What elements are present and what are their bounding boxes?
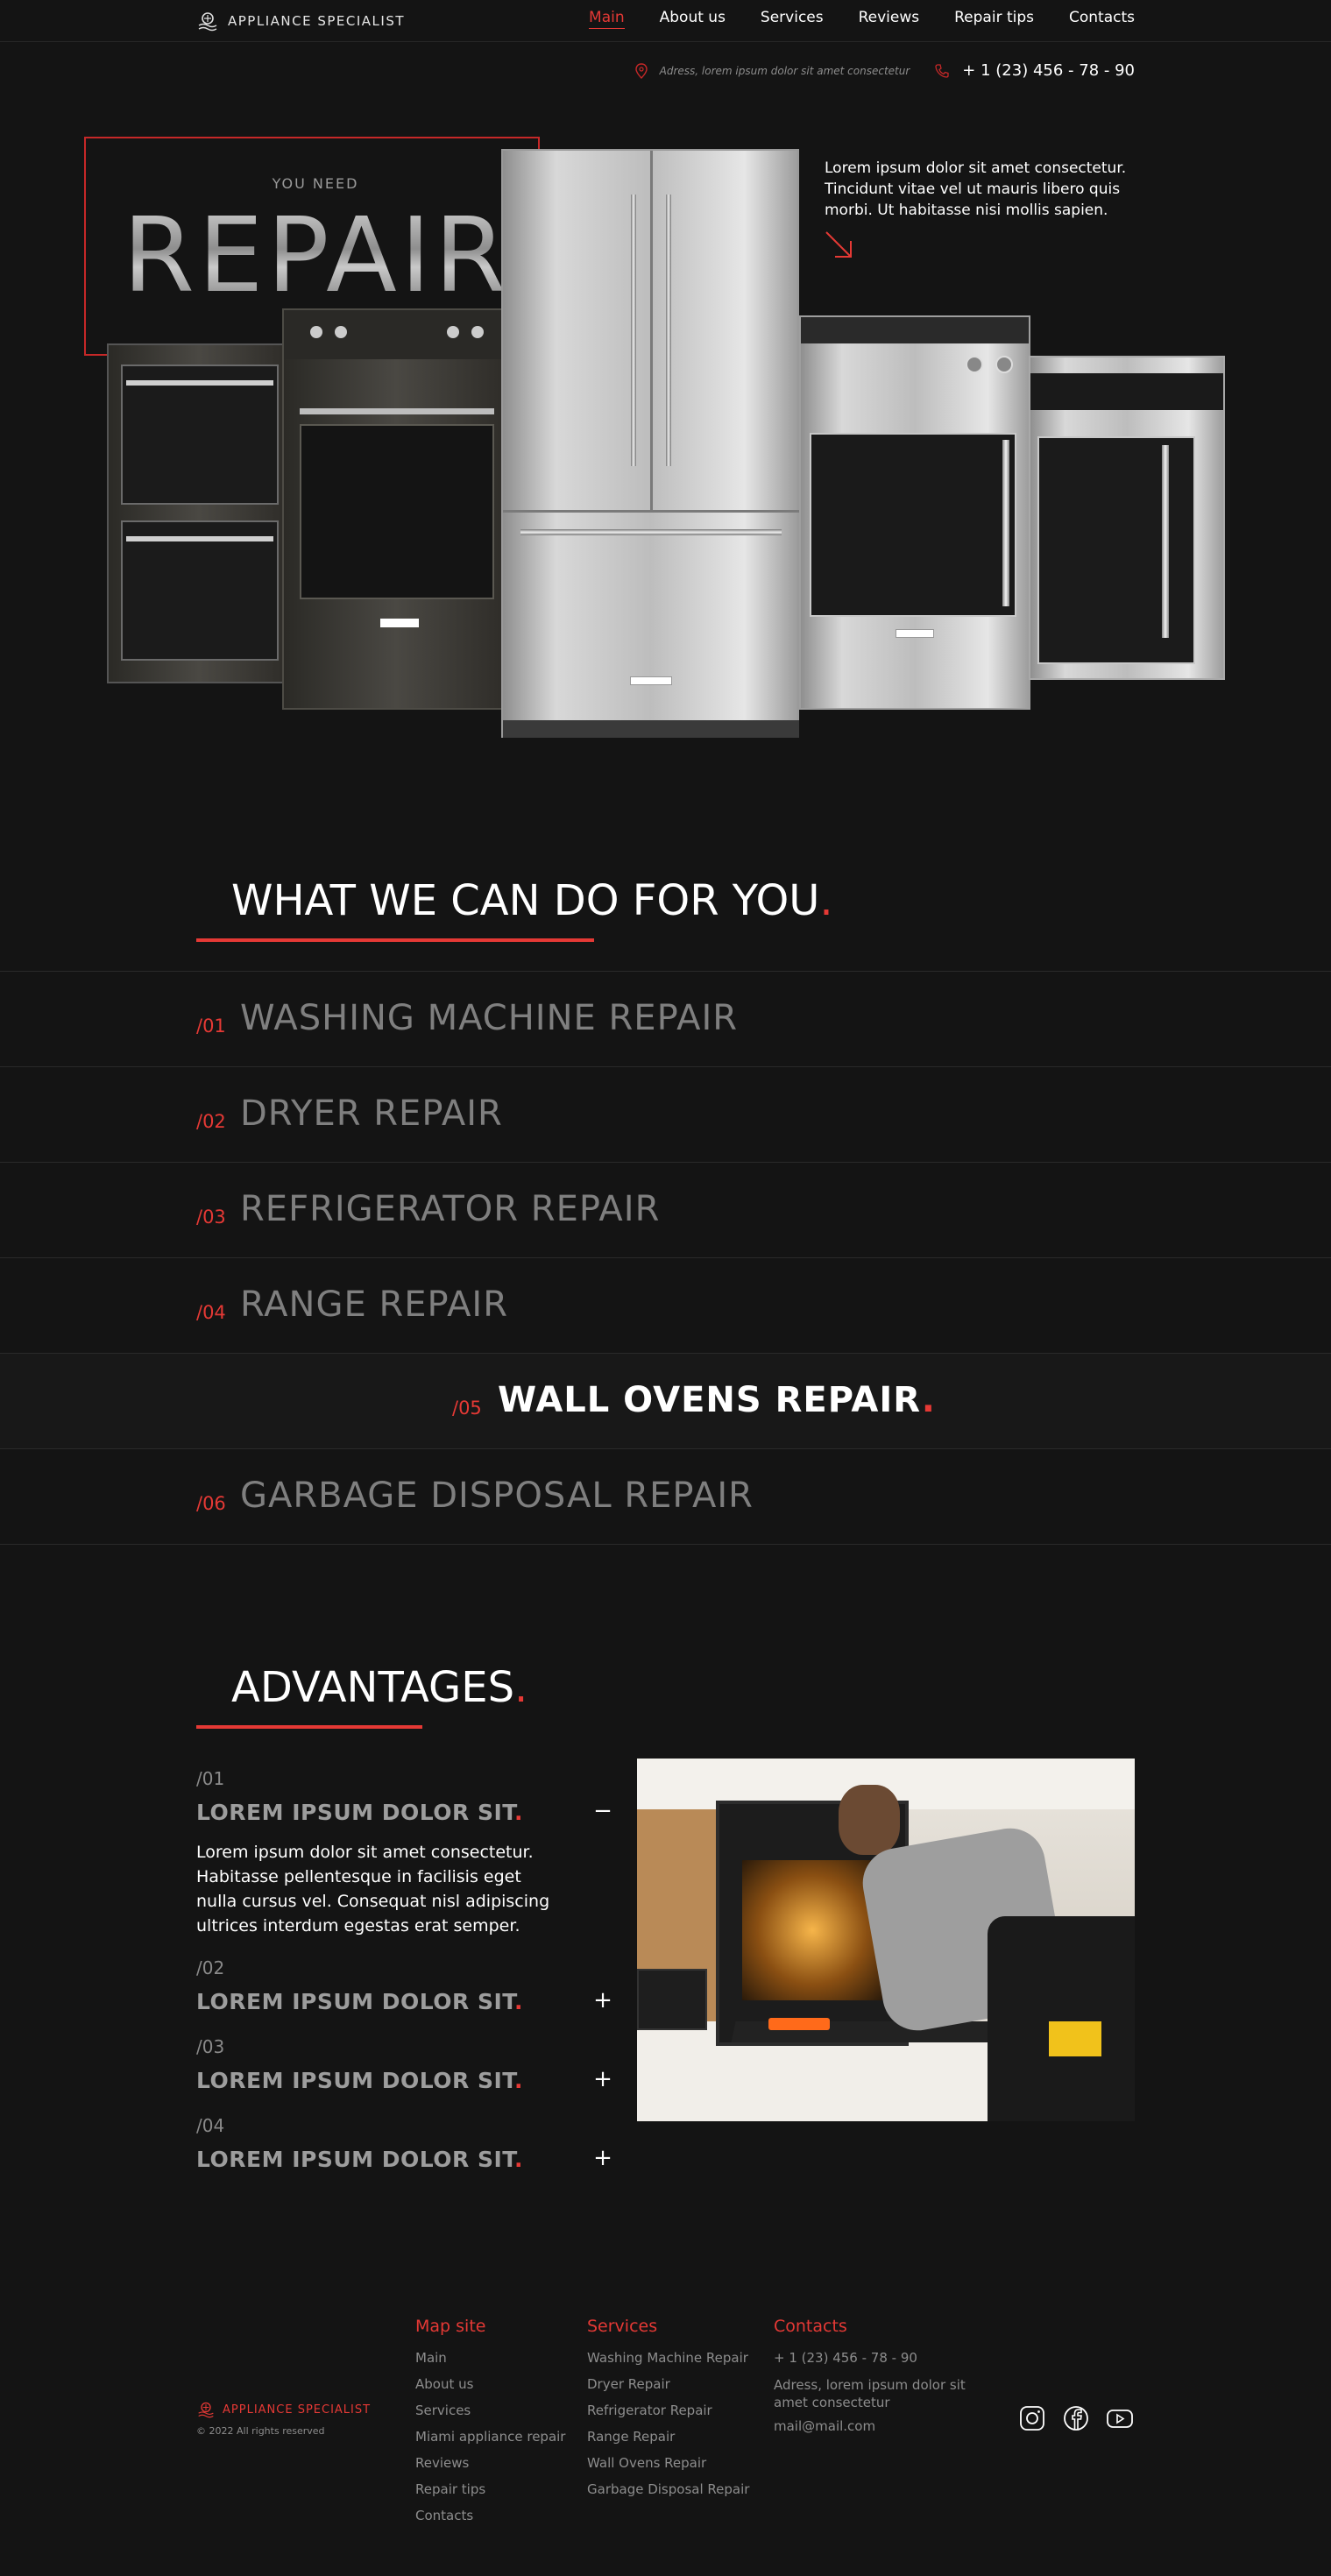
nav-item-main[interactable]: Main — [589, 9, 625, 29]
footer-email[interactable]: mail@mail.com — [774, 2418, 875, 2434]
footer-link-services[interactable]: Services — [415, 2403, 471, 2418]
footer-link-miami-repair[interactable]: Miami appliance repair — [415, 2429, 565, 2445]
advantage-title-text: LOREM IPSUM DOLOR SIT — [196, 2147, 515, 2172]
service-row-range[interactable]: /04 RANGE REPAIR — [0, 1257, 1331, 1353]
advantage-title-text: LOREM IPSUM DOLOR SIT — [196, 1989, 515, 2014]
nav-item-reviews[interactable]: Reviews — [859, 9, 920, 29]
nav-item-about-us[interactable]: About us — [660, 9, 726, 29]
service-number: /03 — [196, 1207, 226, 1228]
footer-heading-contacts: Contacts — [774, 2317, 847, 2336]
advantage-title[interactable]: LOREM IPSUM DOLOR SIT. — [196, 1989, 523, 2014]
service-row-wall-ovens[interactable]: /05 WALL OVENS REPAIR. — [0, 1353, 1331, 1448]
nav-item-contacts[interactable]: Contacts — [1069, 9, 1135, 29]
services-title-text: WHAT WE CAN DO FOR YOU — [231, 876, 820, 925]
nav-item-services[interactable]: Services — [761, 9, 824, 29]
service-label: DRYER REPAIR — [240, 1093, 503, 1134]
service-label: WASHING MACHINE REPAIR — [240, 998, 739, 1038]
services-title-underline — [196, 938, 594, 942]
location-pin-icon — [634, 62, 648, 79]
expand-toggle[interactable]: + — [592, 2145, 613, 2171]
service-label: RANGE REPAIR — [240, 1284, 509, 1325]
double-wall-oven — [107, 343, 291, 683]
advantage-title[interactable]: LOREM IPSUM DOLOR SIT. — [196, 2147, 523, 2172]
footer-logo-text: APPLIANCE SPECIALIST — [223, 2403, 372, 2417]
footer-address: Adress, lorem ipsum dolor sit amet conse… — [774, 2377, 966, 2410]
footer-link-wall-ovens[interactable]: Wall Ovens Repair — [587, 2455, 706, 2471]
facebook-icon[interactable] — [1062, 2404, 1090, 2432]
footer-link-garbage-disposal[interactable]: Garbage Disposal Repair — [587, 2481, 749, 2497]
youtube-icon[interactable] — [1106, 2404, 1134, 2432]
footer-link-range[interactable]: Range Repair — [587, 2429, 675, 2445]
technician-repair-photo — [637, 1759, 1135, 2121]
advantages-title-text: ADVANTAGES — [231, 1663, 515, 1712]
instagram-icon[interactable] — [1018, 2404, 1046, 2432]
service-number: /02 — [196, 1111, 226, 1132]
phone-icon — [935, 63, 949, 78]
main-nav: Main About us Services Reviews Repair ti… — [589, 9, 1135, 29]
footer-link-repair-tips[interactable]: Repair tips — [415, 2481, 485, 2497]
services-section-title: WHAT WE CAN DO FOR YOU. — [231, 876, 833, 925]
expand-toggle[interactable]: + — [592, 2066, 613, 2092]
footer-heading-services: Services — [587, 2317, 658, 2336]
french-door-refrigerator — [501, 149, 799, 738]
header-phone[interactable]: + 1 (23) 456 - 78 - 90 — [962, 61, 1135, 80]
advantage-title-text: LOREM IPSUM DOLOR SIT — [196, 2068, 515, 2093]
footer-logo[interactable]: APPLIANCE SPECIALIST — [196, 2401, 371, 2418]
top-navigation-bar: APPLIANCE SPECIALIST Main About us Servi… — [0, 0, 1331, 42]
footer-link-main[interactable]: Main — [415, 2350, 447, 2366]
collapse-toggle[interactable]: − — [592, 1798, 613, 1824]
expand-toggle[interactable]: + — [592, 1987, 613, 2013]
footer-link-contacts[interactable]: Contacts — [415, 2508, 473, 2523]
advantages-section-title: ADVANTAGES. — [231, 1663, 528, 1712]
footer-phone[interactable]: + 1 (23) 456 - 78 - 90 — [774, 2350, 917, 2366]
appliances-image — [105, 149, 1227, 745]
advantage-number: /03 — [196, 2036, 225, 2057]
footer-link-washing-machine[interactable]: Washing Machine Repair — [587, 2350, 748, 2366]
advantage-body: Lorem ipsum dolor sit amet consectetur. … — [196, 1843, 550, 1936]
advantage-number: /01 — [196, 1768, 225, 1789]
service-label: WALL OVENS REPAIR. — [498, 1380, 936, 1420]
logo[interactable]: APPLIANCE SPECIALIST — [196, 11, 405, 32]
appliance-logo-icon — [198, 12, 217, 32]
service-label-text: WALL OVENS REPAIR — [498, 1380, 922, 1420]
stainless-range — [799, 315, 1030, 710]
service-row-refrigerator[interactable]: /03 REFRIGERATOR REPAIR — [0, 1162, 1331, 1257]
appliance-logo-icon — [198, 2402, 214, 2418]
service-number: /05 — [452, 1398, 482, 1419]
footer-link-refrigerator[interactable]: Refrigerator Repair — [587, 2403, 712, 2418]
single-wall-oven — [1029, 356, 1225, 680]
advantage-title[interactable]: LOREM IPSUM DOLOR SIT. — [196, 2068, 523, 2093]
service-label: REFRIGERATOR REPAIR — [240, 1189, 661, 1229]
service-row-garbage-disposal[interactable]: /06 GARBAGE DISPOSAL REPAIR — [0, 1448, 1331, 1545]
advantage-title-text: LOREM IPSUM DOLOR SIT — [196, 1800, 515, 1825]
advantage-number: /04 — [196, 2115, 225, 2136]
header-contact-row: Adress, lorem ipsum dolor sit amet conse… — [634, 61, 1135, 80]
service-row-washing-machine[interactable]: /01 WASHING MACHINE REPAIR — [0, 971, 1331, 1066]
footer-copyright: © 2022 All rights reserved — [196, 2425, 325, 2437]
black-range — [282, 308, 510, 710]
advantage-title[interactable]: LOREM IPSUM DOLOR SIT. — [196, 1800, 523, 1825]
advantage-number: /02 — [196, 1957, 225, 1978]
nav-item-repair-tips[interactable]: Repair tips — [954, 9, 1034, 29]
service-number: /01 — [196, 1016, 226, 1037]
footer-link-about-us[interactable]: About us — [415, 2376, 473, 2392]
header-address: Adress, lorem ipsum dolor sit amet conse… — [659, 64, 910, 77]
service-label: GARBAGE DISPOSAL REPAIR — [240, 1476, 754, 1516]
service-number: /04 — [196, 1302, 226, 1323]
logo-text: APPLIANCE SPECIALIST — [228, 13, 406, 29]
footer-link-dryer[interactable]: Dryer Repair — [587, 2376, 670, 2392]
footer-link-reviews[interactable]: Reviews — [415, 2455, 469, 2471]
service-row-dryer[interactable]: /02 DRYER REPAIR — [0, 1066, 1331, 1162]
footer-heading-map-site: Map site — [415, 2317, 486, 2336]
service-number: /06 — [196, 1493, 226, 1514]
advantages-title-underline — [196, 1725, 422, 1729]
